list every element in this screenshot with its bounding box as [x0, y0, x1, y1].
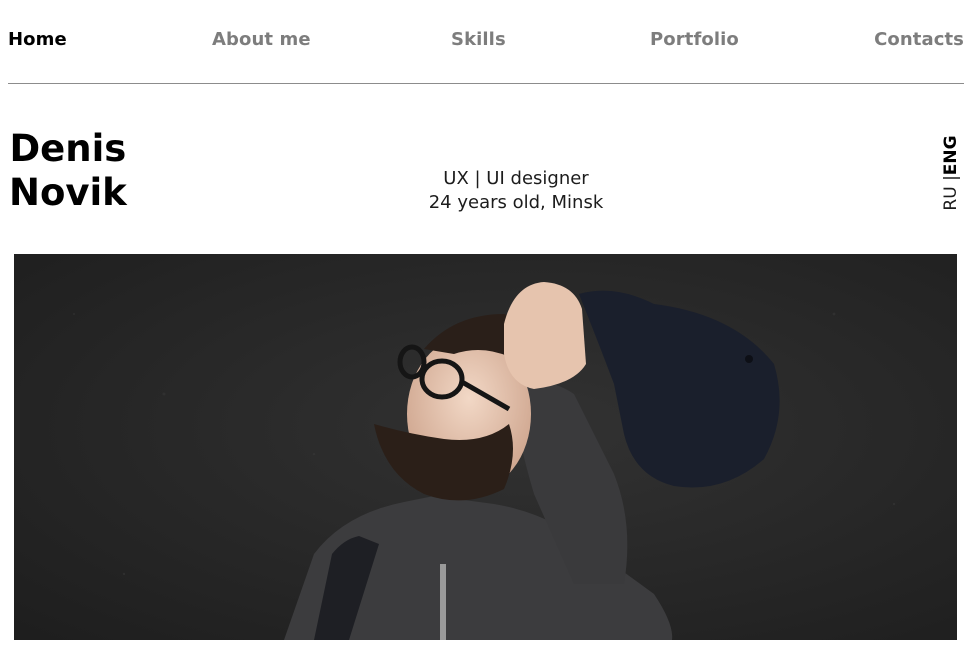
profile-name: Denis Novik [9, 127, 127, 215]
language-switcher: RU |ENG [936, 128, 966, 218]
language-option-eng[interactable]: ENG [941, 135, 961, 175]
profile-details: 24 years old, Minsk [428, 192, 604, 213]
nav-item-home[interactable]: Home [8, 29, 67, 50]
nav-item-about-me[interactable]: About me [212, 29, 311, 50]
profile-first-name: Denis [9, 127, 127, 170]
cap-button [745, 355, 753, 363]
profile-role: UX | UI designer [443, 168, 589, 189]
nav-item-contacts[interactable]: Contacts [874, 29, 964, 50]
main-navigation: Home About me Skills Portfolio Contacts [8, 0, 964, 84]
language-separator: | [941, 175, 961, 181]
language-option-ru[interactable]: RU [941, 186, 961, 210]
nav-item-portfolio[interactable]: Portfolio [650, 29, 739, 50]
hoodie-zipper [440, 564, 446, 640]
nav-item-skills[interactable]: Skills [451, 29, 506, 50]
hand [504, 282, 586, 389]
language-switcher-label: RU |ENG [941, 135, 961, 210]
profile-summary: UX | UI designer 24 years old, Minsk [416, 167, 616, 215]
profile-last-name: Novik [9, 171, 127, 214]
portrait-photo-illustration [14, 254, 957, 640]
hero-photo [14, 254, 957, 640]
